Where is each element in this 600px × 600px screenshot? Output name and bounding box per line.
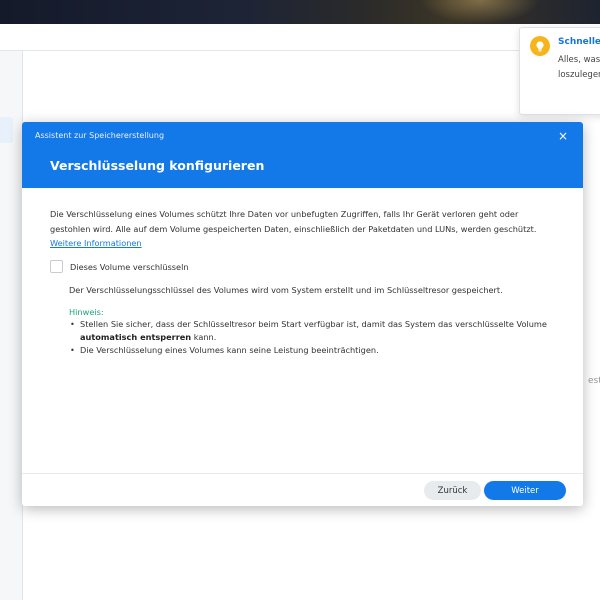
hint-2-text: Die Verschlüsselung eines Volumes kann s…: [80, 345, 379, 355]
intro-paragraph: Die Verschlüsselung eines Volumes schütz…: [50, 207, 560, 251]
key-info-text: Der Verschlüsselungsschlüssel des Volume…: [69, 285, 503, 295]
dialog-caption: Assistent zur Speichererstellung: [35, 131, 165, 140]
dialog-title: Verschlüsselung konfigurieren: [50, 158, 265, 173]
hint-section: Hinweis: • Stellen Sie sicher, dass der …: [69, 307, 569, 357]
back-button[interactable]: Zurück: [424, 481, 481, 500]
encrypt-option[interactable]: Dieses Volume verschlüsseln: [50, 260, 189, 273]
encrypt-volume-label[interactable]: Dieses Volume verschlüsseln: [70, 262, 189, 272]
dialog-header: Assistent zur Speichererstellung × Versc…: [22, 122, 583, 188]
notification-body: Alles, was loszulegen: [558, 55, 600, 80]
storage-wizard-dialog: Assistent zur Speichererstellung × Versc…: [22, 122, 583, 506]
dialog-body: Die Verschlüsselung eines Volumes schütz…: [22, 188, 583, 473]
hint-1-bold: automatisch entsperren: [80, 332, 192, 342]
bullet-icon: •: [70, 345, 75, 355]
hint-1-after: kann.: [193, 332, 217, 342]
close-icon[interactable]: ×: [555, 128, 571, 144]
hint-list: • Stellen Sie sicher, dass der Schlüssel…: [69, 318, 569, 357]
encrypt-volume-checkbox[interactable]: [50, 260, 63, 273]
hint-1-before: Stellen Sie sicher, dass der Schlüsseltr…: [80, 319, 547, 329]
more-info-link[interactable]: Weitere Informationen: [50, 238, 142, 248]
desktop-wallpaper: [0, 0, 600, 24]
background-text: este: [588, 376, 600, 386]
hint-item: • Die Verschlüsselung eines Volumes kann…: [69, 344, 569, 357]
next-button[interactable]: Weiter: [484, 481, 566, 500]
app-sidebar: [0, 51, 23, 600]
app-toolbar: [0, 24, 600, 51]
hint-title: Hinweis:: [69, 307, 104, 317]
dialog-footer: Zurück Weiter: [22, 473, 583, 506]
notification-title: Schnelle: [558, 37, 600, 47]
sidebar-item-selected[interactable]: [0, 117, 13, 143]
bullet-icon: •: [70, 319, 75, 329]
intro-text: Die Verschlüsselung eines Volumes schütz…: [50, 209, 537, 234]
notification-popup[interactable]: Schnelle Alles, was loszulegen: [519, 27, 600, 115]
hint-item: • Stellen Sie sicher, dass der Schlüssel…: [69, 318, 569, 344]
lightbulb-icon: [530, 36, 550, 56]
